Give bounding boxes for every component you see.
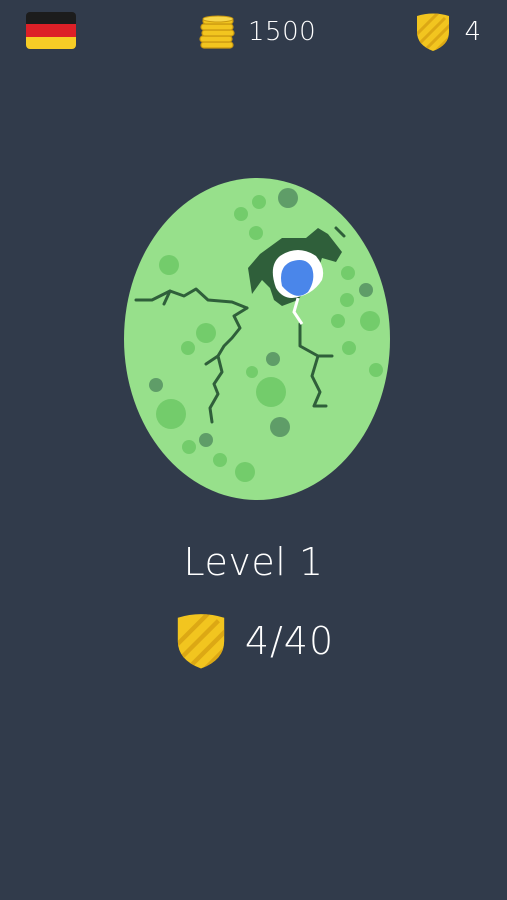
level-title: Level 1 [183,540,324,584]
flag-stripe-black [26,12,76,25]
coin-counter[interactable]: 1500 [198,14,316,50]
flag-stripe-gold [26,36,76,49]
shield-icon [177,614,225,669]
progress-count: 4/40 [244,619,335,663]
flag-stripe-red [26,24,76,37]
top-bar: 1500 4 [0,0,507,64]
level-progress: 4/40 [0,612,507,670]
germany-flag-icon[interactable] [26,12,76,49]
shield-icon [417,13,450,51]
coin-count: 1500 [248,17,317,47]
shield-count: 4 [464,17,481,47]
shield-counter[interactable]: 4 [414,13,481,51]
cracked-egg-icon[interactable] [122,176,392,502]
coin-stack-icon [199,15,235,49]
